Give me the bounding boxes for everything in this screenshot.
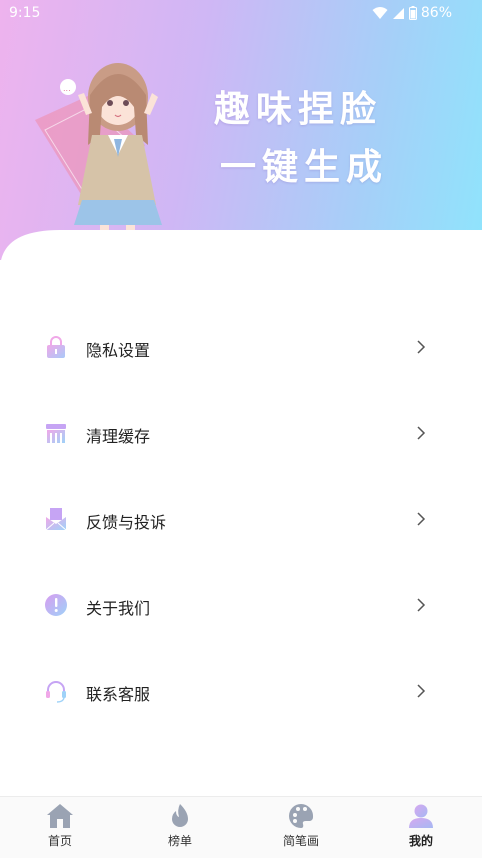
chevron-right-icon [417,684,426,698]
svg-text:...: ... [63,84,71,93]
slogan-line-2: 一键生成 [220,146,389,188]
tab-sketch[interactable]: 简笔画 [261,803,341,855]
user-icon [409,804,433,828]
wifi-icon [372,7,388,19]
tab-ranking[interactable]: 榜单 [140,803,220,855]
bottom-tab-bar: 首页 榜单 简笔画 我的 [0,796,482,858]
status-time: 9:15 [9,5,41,21]
menu-label-clear-cache: 清理缓存 [86,427,151,446]
tab-label-ranking: 榜单 [167,834,192,848]
tab-home[interactable]: 首页 [20,803,100,855]
status-icons: 86% [372,5,452,21]
menu-label-feedback: 反馈与投诉 [86,513,167,532]
status-bar: 9:15 86% [0,0,482,28]
menu-item-clear-cache[interactable]: 清理缓存 [0,391,482,477]
signal-icon [392,7,404,19]
menu-label-privacy: 隐私设置 [86,341,151,360]
chevron-right-icon [417,426,426,440]
battery-icon [408,6,417,20]
flame-icon [172,804,188,827]
palette-icon [289,803,314,828]
slogan-line-1: 趣味捏脸 [214,88,383,130]
broom-icon [46,424,66,443]
menu-item-customer-service[interactable]: 联系客服 [0,649,482,735]
menu-item-about[interactable]: 关于我们 [0,563,482,649]
header-slogan: 趣味捏脸 一键生成 [214,80,388,196]
tab-label-home: 首页 [47,834,72,848]
menu-item-feedback[interactable]: 反馈与投诉 [0,477,482,563]
chevron-right-icon [417,512,426,526]
tab-label-mine: 我的 [408,834,433,848]
mail-icon [45,508,67,531]
profile-header: 9:15 86% ... 趣味捏脸 一键生成 [0,0,482,260]
menu-label-about: 关于我们 [86,599,151,618]
home-icon [47,804,73,828]
settings-menu: 隐私设置 清理缓存 反馈与投诉 关于我们 联系客服 [0,305,482,735]
anime-girl-illustration: ... [35,63,162,260]
chevron-right-icon [417,598,426,612]
tab-label-sketch: 简笔画 [282,834,319,848]
header-curve [1,230,482,260]
menu-label-customer-service: 联系客服 [86,685,151,704]
info-icon [45,594,67,616]
lock-icon [47,336,65,358]
battery-level: 86% [420,5,452,21]
tab-mine[interactable]: 我的 [381,803,461,855]
headset-icon [46,681,66,703]
chevron-right-icon [417,340,426,354]
menu-item-privacy[interactable]: 隐私设置 [0,305,482,391]
